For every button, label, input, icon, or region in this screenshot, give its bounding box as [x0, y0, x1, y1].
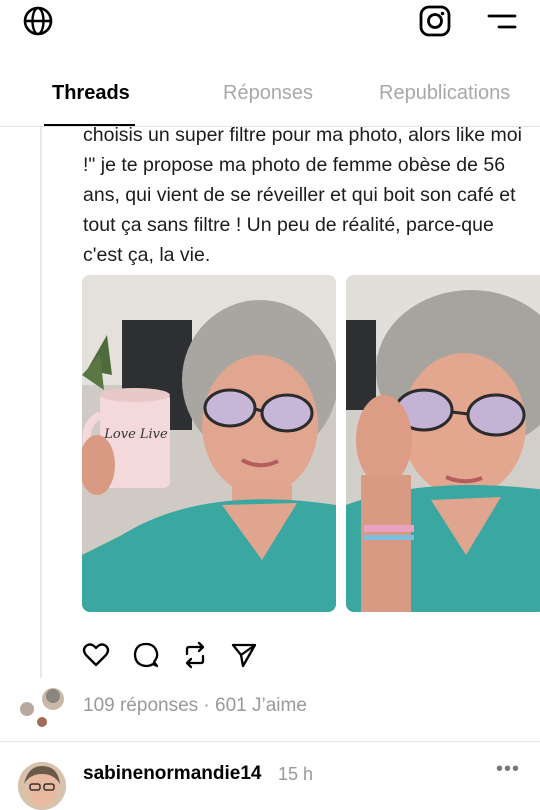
- participant-avatars[interactable]: [17, 686, 67, 730]
- instagram-icon[interactable]: [418, 4, 452, 38]
- share-icon[interactable]: [230, 641, 258, 669]
- menu-icon[interactable]: [485, 10, 519, 34]
- top-bar: [0, 0, 540, 45]
- tab-reposts[interactable]: Republications: [379, 82, 510, 105]
- tab-replies[interactable]: Réponses: [223, 82, 313, 105]
- reply-username[interactable]: sabinenormandie14: [83, 763, 261, 785]
- thread-line: [40, 126, 42, 678]
- post-text: choisis un super filtre pour ma photo, a…: [83, 126, 522, 266]
- reply-icon[interactable]: [132, 641, 160, 669]
- profile-tabs: Threads Réponses Republications: [0, 70, 540, 127]
- tab-threads[interactable]: Threads: [52, 82, 130, 105]
- feed[interactable]: choisis un super filtre pour ma photo, a…: [0, 126, 540, 730]
- post-photo-2[interactable]: [346, 275, 540, 612]
- mug-text: Love Live: [103, 427, 168, 442]
- reply-row[interactable]: sabinenormandie14 15 h •••: [0, 742, 540, 810]
- globe-icon[interactable]: [22, 5, 54, 37]
- post-photo-1[interactable]: Love Live: [82, 275, 336, 612]
- reply-timestamp: 15 h: [278, 764, 314, 784]
- more-icon[interactable]: •••: [496, 758, 520, 781]
- repost-icon[interactable]: [181, 641, 209, 669]
- avatar[interactable]: [18, 762, 66, 810]
- post-stats[interactable]: 109 réponses · 601 J’aime: [83, 695, 307, 717]
- heart-icon[interactable]: [82, 641, 110, 669]
